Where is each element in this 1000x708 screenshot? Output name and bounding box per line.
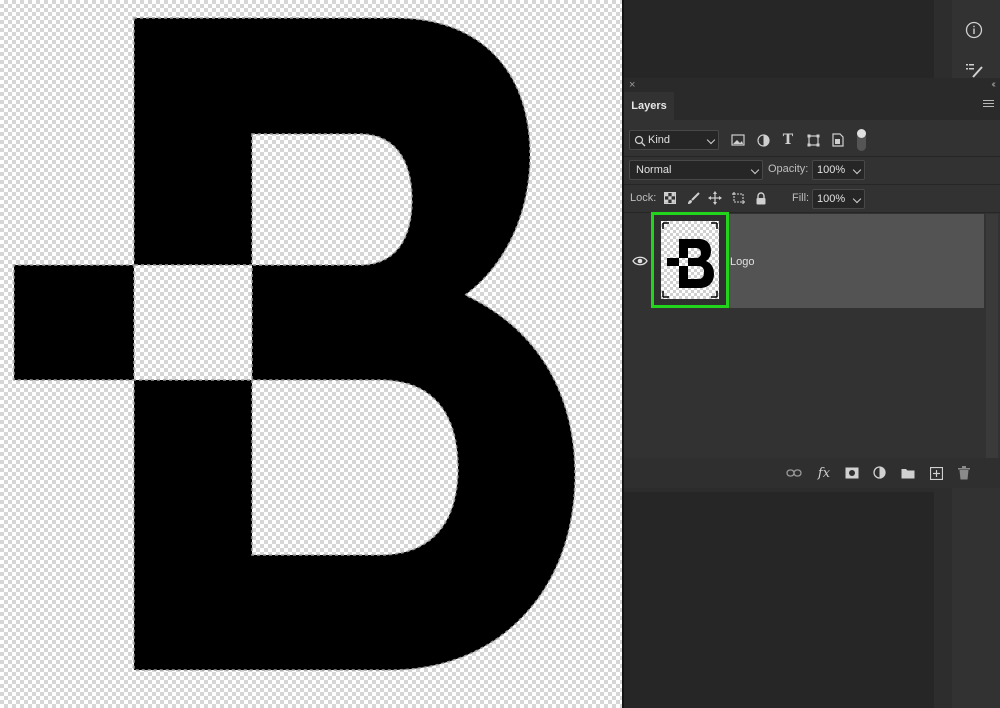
layer-mask-icon[interactable] bbox=[844, 465, 860, 481]
adjustment-layer-filter-icon[interactable] bbox=[755, 132, 771, 148]
panel-separator bbox=[624, 156, 1000, 157]
trash-icon[interactable] bbox=[956, 465, 972, 481]
lock-label: Lock: bbox=[630, 192, 657, 204]
smart-object-filter-icon[interactable] bbox=[830, 132, 846, 148]
new-layer-icon[interactable] bbox=[928, 465, 944, 481]
adjustment-layer-icon[interactable] bbox=[872, 465, 888, 481]
filter-toggle-icon[interactable] bbox=[857, 129, 866, 151]
info-icon[interactable] bbox=[960, 16, 988, 44]
fill-label: Fill: bbox=[792, 192, 810, 204]
panel-title-strip: × ‹‹ bbox=[624, 78, 1000, 92]
opacity-value: 100% bbox=[817, 164, 846, 176]
blend-mode-value: Normal bbox=[636, 164, 672, 176]
lock-all-icon[interactable] bbox=[753, 190, 769, 206]
opacity-label: Opacity: bbox=[768, 163, 809, 175]
layers-scrollbar[interactable] bbox=[986, 214, 998, 460]
fx-icon[interactable]: fx bbox=[816, 465, 832, 481]
fill-value: 100% bbox=[817, 193, 846, 205]
chevron-down-icon bbox=[750, 165, 760, 175]
fill-field[interactable]: 100% bbox=[812, 189, 865, 209]
layers-panel: × ‹‹ Layers Kind T Normal Opacity: 100% … bbox=[624, 78, 1000, 488]
blend-mode-dropdown[interactable]: Normal bbox=[629, 160, 763, 180]
panel-menu-icon[interactable] bbox=[983, 100, 994, 110]
layer-name: Logo bbox=[730, 256, 755, 268]
pixel-layer-filter-icon[interactable] bbox=[730, 132, 746, 148]
document-canvas[interactable] bbox=[0, 0, 622, 708]
panel-close-button[interactable]: × bbox=[629, 78, 635, 92]
visibility-eye-icon[interactable] bbox=[632, 254, 648, 266]
layer-thumbnail bbox=[661, 221, 719, 299]
prevent-auto-nesting-icon[interactable] bbox=[730, 190, 746, 206]
chevron-down-icon bbox=[706, 135, 716, 145]
link-layers-icon[interactable] bbox=[786, 465, 802, 481]
logo-thumbnail-icon bbox=[662, 222, 718, 298]
filter-kind-label: Kind bbox=[648, 134, 671, 146]
lock-image-pixels-icon[interactable] bbox=[685, 190, 701, 206]
search-icon bbox=[634, 135, 646, 147]
tab-layers[interactable]: Layers bbox=[624, 92, 674, 120]
filter-kind-dropdown[interactable]: Kind bbox=[629, 130, 719, 150]
group-folder-icon[interactable] bbox=[900, 465, 916, 481]
lock-position-icon[interactable] bbox=[707, 190, 723, 206]
opacity-field[interactable]: 100% bbox=[812, 160, 865, 180]
logo-b-shape bbox=[13, 17, 576, 671]
layer-thumbnail-selection[interactable] bbox=[651, 212, 729, 308]
panel-separator bbox=[624, 184, 1000, 185]
chevron-down-icon bbox=[852, 194, 862, 204]
lock-transparent-pixels-icon[interactable] bbox=[662, 190, 678, 206]
type-layer-filter-icon[interactable]: T bbox=[780, 132, 796, 148]
layers-footer: fx bbox=[624, 458, 1000, 488]
panel-tab-bar: Layers bbox=[624, 92, 1000, 120]
panel-bottom-edge bbox=[624, 488, 934, 492]
shape-layer-filter-icon[interactable] bbox=[805, 132, 821, 148]
chevron-down-icon bbox=[852, 165, 862, 175]
panel-collapse-button[interactable]: ‹‹ bbox=[991, 78, 995, 92]
logo-artwork bbox=[13, 17, 576, 671]
